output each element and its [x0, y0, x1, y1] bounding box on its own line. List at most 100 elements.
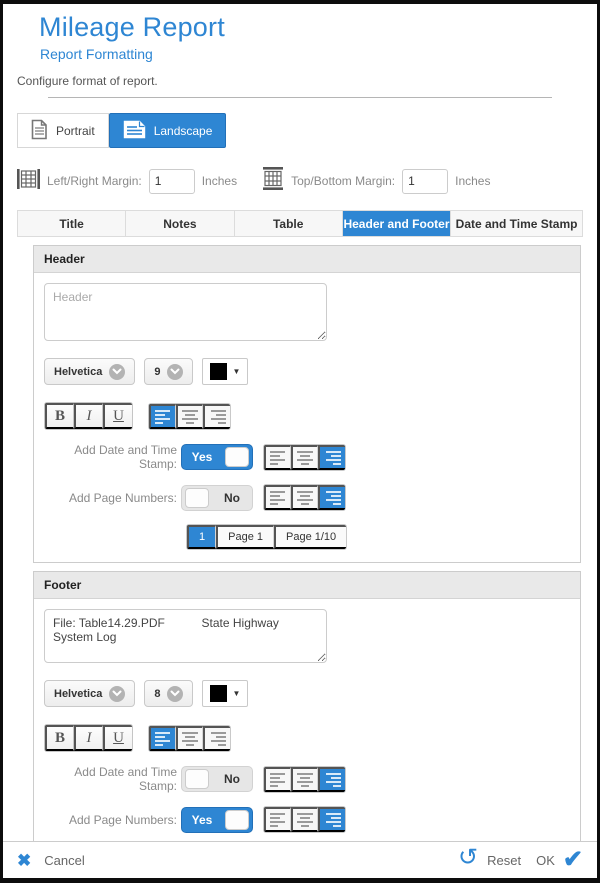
- align-left-icon[interactable]: [264, 807, 291, 832]
- chevron-down-icon: [167, 364, 183, 380]
- mileage-report-dialog: Mileage Report Report Formatting Configu…: [0, 0, 600, 883]
- header-panel-title: Header: [34, 246, 580, 273]
- footer-text-align-group: [148, 725, 231, 752]
- footer-text-input[interactable]: File: Table14.29.PDF State Highway Syste…: [44, 609, 327, 663]
- toggle-state-label: No: [212, 491, 252, 505]
- toggle-state-label: No: [212, 772, 252, 786]
- toggle-state-label: Yes: [182, 450, 222, 464]
- header-date-stamp-label: Add Date and Time Stamp:: [44, 443, 177, 471]
- top-bottom-margin-icon: [262, 167, 284, 195]
- align-center-icon[interactable]: [291, 807, 318, 832]
- top-bottom-margin-label: Top/Bottom Margin:: [291, 174, 395, 188]
- cancel-button[interactable]: ✖ Cancel: [17, 852, 85, 869]
- ok-label: OK: [536, 853, 555, 868]
- color-swatch-black: [210, 363, 227, 380]
- ok-button[interactable]: OK ✔: [530, 848, 583, 872]
- tab-header-and-footer[interactable]: Header and Footer: [343, 211, 451, 236]
- align-center-icon[interactable]: [291, 445, 318, 470]
- footer-style-group: B I U: [44, 724, 133, 752]
- page-subtitle: Report Formatting: [40, 46, 597, 62]
- footer-date-stamp-toggle[interactable]: No: [181, 766, 253, 792]
- landscape-label: Landscape: [154, 124, 213, 138]
- page-format-option-page1[interactable]: Page 1: [216, 525, 274, 549]
- reset-label[interactable]: Reset: [487, 853, 521, 868]
- left-right-margin-icon: [17, 168, 40, 195]
- tab-notes[interactable]: Notes: [126, 211, 234, 236]
- bold-button[interactable]: B: [45, 725, 74, 751]
- footer-font-size-dropdown[interactable]: 8: [144, 680, 193, 707]
- align-center-icon[interactable]: [291, 767, 318, 792]
- header-date-stamp-align-group: [263, 444, 346, 471]
- toggle-knob: [225, 810, 249, 830]
- footer-font-family-dropdown[interactable]: Helvetica: [44, 680, 135, 707]
- header-panel-body: Helvetica 9 ▼ B I: [34, 273, 580, 562]
- header-font-size-dropdown[interactable]: 9: [144, 358, 193, 385]
- divider: [48, 97, 552, 98]
- footer-panel-title: Footer: [34, 572, 580, 599]
- align-right-icon[interactable]: [203, 404, 230, 429]
- header-style-group: B I U: [44, 402, 133, 430]
- align-left-icon[interactable]: [264, 767, 291, 792]
- orientation-toggle-group: Portrait Landscape: [17, 113, 597, 148]
- cancel-label: Cancel: [44, 853, 84, 868]
- header-font-color-dropdown[interactable]: ▼: [202, 358, 248, 385]
- portrait-label: Portrait: [56, 124, 95, 138]
- header-panel: Header Helvetica 9 ▼: [33, 245, 581, 563]
- underline-button[interactable]: U: [103, 403, 132, 429]
- toggle-knob: [225, 447, 249, 467]
- footer-font-size-value: 8: [154, 688, 160, 700]
- align-left-icon[interactable]: [149, 726, 176, 751]
- align-center-icon[interactable]: [291, 485, 318, 510]
- top-bottom-margin-input[interactable]: [402, 169, 448, 194]
- underline-button[interactable]: U: [103, 725, 132, 751]
- tab-table[interactable]: Table: [235, 211, 343, 236]
- action-bar-right: ↺ Reset OK ✔: [458, 848, 583, 872]
- toggle-knob: [185, 769, 209, 789]
- header-page-numbers-toggle[interactable]: No: [181, 485, 253, 511]
- footer-page-numbers-align-group: [263, 806, 346, 833]
- footer-page-numbers-row: Add Page Numbers: Yes: [44, 806, 570, 833]
- page-title: Mileage Report: [39, 12, 597, 43]
- left-right-margin-label: Left/Right Margin:: [47, 174, 142, 188]
- color-swatch-black: [210, 685, 227, 702]
- footer-page-numbers-label: Add Page Numbers:: [44, 813, 177, 827]
- page-format-option-1[interactable]: 1: [187, 525, 216, 549]
- footer-font-color-dropdown[interactable]: ▼: [202, 680, 248, 707]
- ok-check-icon: ✔: [563, 848, 583, 872]
- footer-page-numbers-toggle[interactable]: Yes: [181, 807, 253, 833]
- align-center-icon[interactable]: [176, 404, 203, 429]
- header-page-format-row: 1 Page 1 Page 1/10: [186, 524, 570, 550]
- align-right-icon[interactable]: [318, 807, 345, 832]
- format-tabs: Title Notes Table Header and Footer Date…: [17, 210, 583, 237]
- italic-button[interactable]: I: [74, 725, 103, 751]
- italic-button[interactable]: I: [74, 403, 103, 429]
- caret-down-icon: ▼: [232, 367, 240, 376]
- chevron-down-icon: [109, 364, 125, 380]
- align-left-icon[interactable]: [264, 485, 291, 510]
- dialog-content: Mileage Report Report Formatting Configu…: [3, 4, 597, 841]
- left-right-margin-input[interactable]: [149, 169, 195, 194]
- portrait-button[interactable]: Portrait: [17, 113, 109, 148]
- tab-date-and-time-stamp[interactable]: Date and Time Stamp: [451, 211, 582, 236]
- header-font-size-value: 9: [154, 366, 160, 378]
- reset-icon[interactable]: ↺: [458, 846, 478, 870]
- align-left-icon[interactable]: [149, 404, 176, 429]
- tab-title[interactable]: Title: [18, 211, 126, 236]
- landscape-button[interactable]: Landscape: [109, 113, 227, 148]
- header-text-input[interactable]: [44, 283, 327, 341]
- page-format-option-page1of10[interactable]: Page 1/10: [274, 525, 346, 549]
- portrait-page-icon: [31, 119, 48, 143]
- dialog-action-bar: ✖ Cancel ↺ Reset OK ✔: [3, 841, 597, 878]
- align-right-icon[interactable]: [318, 445, 345, 470]
- align-left-icon[interactable]: [264, 445, 291, 470]
- align-center-icon[interactable]: [176, 726, 203, 751]
- top-bottom-margin-unit: Inches: [455, 174, 490, 188]
- header-font-family-dropdown[interactable]: Helvetica: [44, 358, 135, 385]
- left-right-margin-unit: Inches: [202, 174, 237, 188]
- align-right-icon[interactable]: [203, 726, 230, 751]
- header-date-stamp-toggle[interactable]: Yes: [181, 444, 253, 470]
- bold-button[interactable]: B: [45, 403, 74, 429]
- footer-font-row: Helvetica 8 ▼: [44, 680, 570, 707]
- align-right-icon[interactable]: [318, 767, 345, 792]
- align-right-icon[interactable]: [318, 485, 345, 510]
